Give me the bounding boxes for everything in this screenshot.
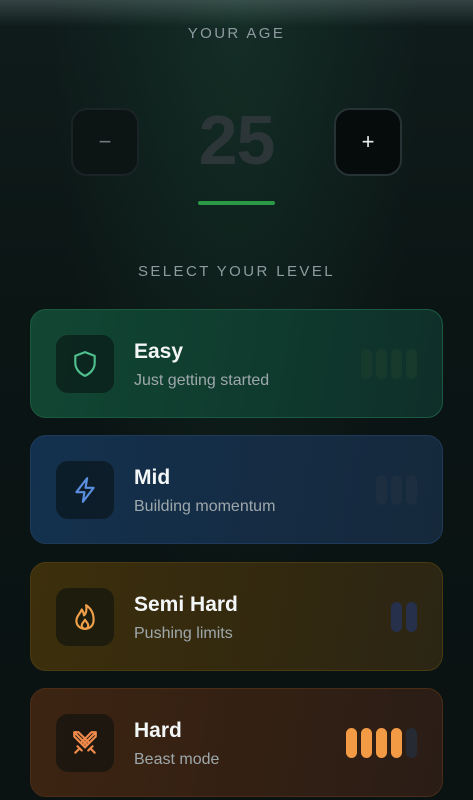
level-subtitle: Pushing limits (134, 625, 233, 642)
intensity-bar (406, 728, 417, 758)
level-intensity-bars (346, 728, 417, 758)
intensity-bar (376, 349, 387, 379)
intensity-bar (361, 728, 372, 758)
level-icon-box (56, 588, 114, 646)
intensity-bar (346, 728, 357, 758)
level-card-mid[interactable]: Mid Building momentum (30, 435, 443, 544)
intensity-bar (391, 728, 402, 758)
level-title: Mid (134, 466, 171, 489)
level-intensity-bars (376, 475, 417, 505)
level-card-hard[interactable]: Hard Beast mode (30, 688, 443, 797)
level-title: Easy (134, 340, 184, 363)
intensity-bar (391, 475, 402, 505)
intensity-bar (391, 349, 402, 379)
intensity-bar (391, 602, 402, 632)
plus-icon: + (361, 129, 375, 154)
intensity-bar (361, 349, 372, 379)
level-section-title: SELECT YOUR LEVEL (138, 263, 335, 280)
level-icon-box (56, 461, 114, 519)
level-subtitle: Beast mode (134, 751, 220, 768)
level-card-semi-hard[interactable]: Semi Hard Pushing limits (30, 562, 443, 671)
level-title: Hard (134, 719, 182, 742)
level-intensity-bars (391, 602, 417, 632)
crossed-swords-icon (73, 731, 97, 754)
level-subtitle: Just getting started (134, 372, 270, 389)
intensity-bar (406, 349, 417, 379)
age-section-title: YOUR AGE (187, 25, 286, 42)
intensity-bar (376, 728, 387, 758)
level-title: Semi Hard (134, 593, 238, 616)
level-icon-box (56, 714, 114, 772)
intensity-bar (376, 475, 387, 505)
age-level-screen: YOUR AGE − 25 + SELECT YOUR LEVEL Easy J… (0, 0, 473, 800)
flame-icon (75, 604, 95, 630)
shield-icon (74, 351, 96, 377)
top-fade (0, 0, 473, 26)
age-value: 25 (198, 101, 276, 179)
increment-age-button[interactable]: + (334, 108, 402, 176)
intensity-bar (406, 602, 417, 632)
lightning-icon (75, 477, 95, 503)
level-subtitle: Building momentum (134, 498, 276, 515)
intensity-bar (406, 475, 417, 505)
level-icon-box (56, 335, 114, 393)
level-card-easy[interactable]: Easy Just getting started (30, 309, 443, 418)
level-intensity-bars (361, 349, 417, 379)
age-underline (198, 201, 275, 205)
